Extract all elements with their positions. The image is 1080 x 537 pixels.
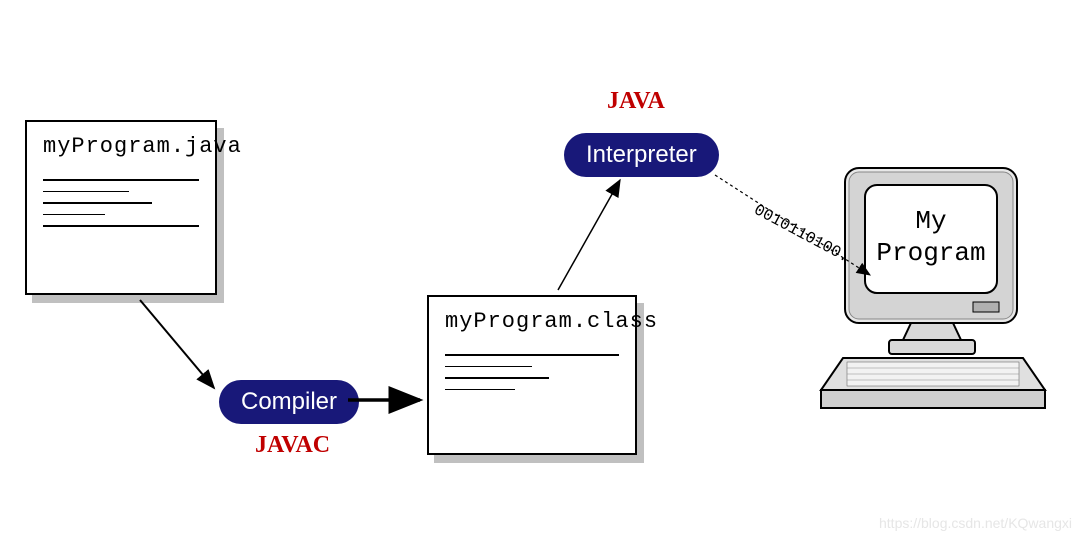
watermark: https://blog.csdn.net/KQwangxi [879,515,1072,531]
compiler-label: Compiler [241,388,337,415]
java-compilation-diagram: myProgram.java Compiler JAVAC myProgram.… [0,0,1080,537]
class-doc: myProgram.class [427,295,637,455]
source-doc-title: myProgram.java [43,134,199,159]
screen-text-line1: My [915,206,946,236]
interpreter-pill: Interpreter [564,133,719,177]
java-label: JAVA [607,88,665,115]
screen-text-line2: Program [876,238,985,268]
compiler-pill: Compiler [219,380,359,424]
interpreter-label: Interpreter [586,141,697,168]
javac-label: JAVAC [255,432,330,459]
computer-icon: My Program [813,160,1053,435]
class-doc-title: myProgram.class [445,309,619,334]
arrow-class-to-interpreter [558,180,620,290]
source-doc: myProgram.java [25,120,217,295]
arrow-source-to-compiler [140,300,214,388]
